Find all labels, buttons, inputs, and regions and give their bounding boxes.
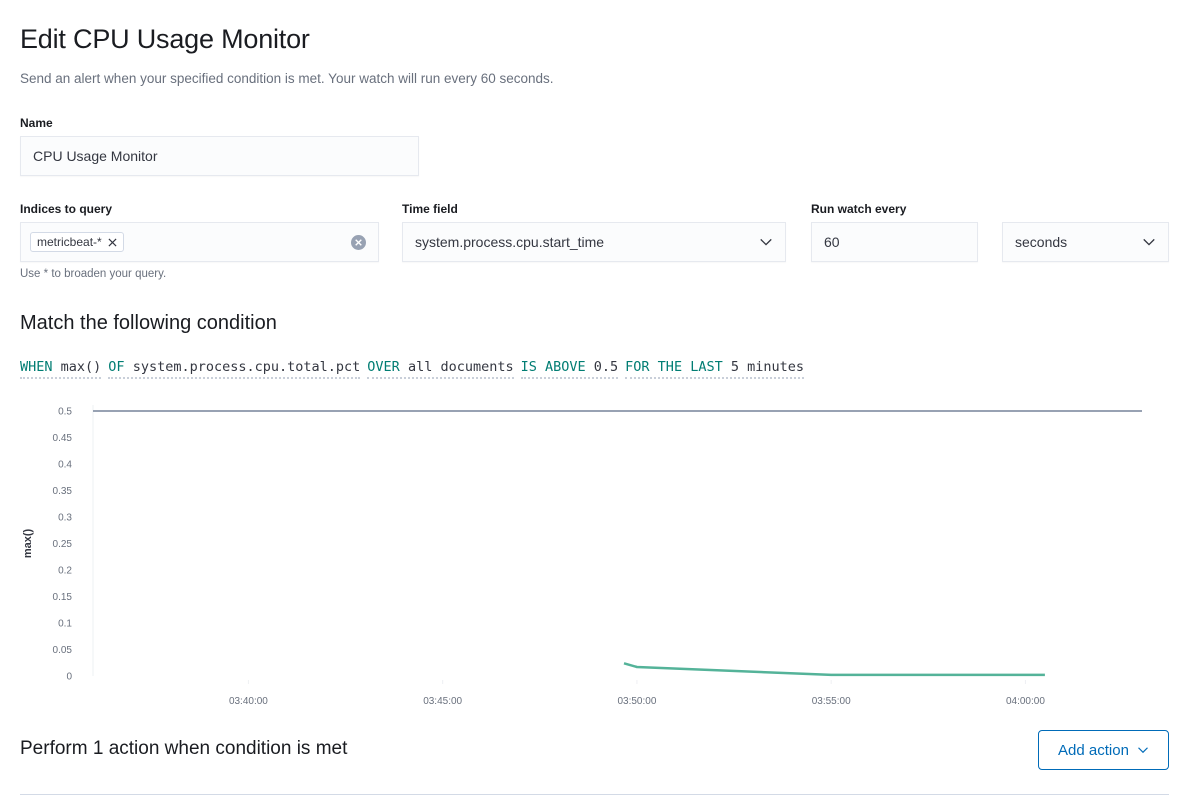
indices-label: Indices to query: [20, 202, 113, 216]
chevron-down-icon: [760, 238, 772, 246]
expr-keyword: OF: [108, 359, 125, 375]
y-tick-label: 0.05: [53, 645, 73, 656]
x-tick-label: 03:45:00: [423, 696, 462, 707]
remove-pill-icon[interactable]: [108, 237, 117, 247]
expr-time-window[interactable]: FOR THE LAST 5 minutes: [625, 359, 805, 379]
name-label: Name: [20, 116, 53, 130]
time-field-label: Time field: [402, 202, 458, 216]
expr-threshold[interactable]: IS ABOVE 0.5: [520, 359, 619, 379]
index-pill: metricbeat-*: [30, 232, 124, 252]
x-tick-label: 04:00:00: [1006, 696, 1045, 707]
y-tick-label: 0.4: [58, 460, 72, 471]
indices-combobox[interactable]: metricbeat-*: [20, 222, 379, 262]
expr-over[interactable]: OVER all documents: [367, 359, 514, 379]
chevron-down-icon: [1138, 747, 1148, 754]
y-tick-label: 0.35: [53, 486, 73, 497]
run-every-label: Run watch every: [811, 202, 907, 216]
expr-when[interactable]: WHEN max(): [20, 359, 102, 379]
y-axis-label: max(): [22, 528, 34, 558]
indices-help-text: Use * to broaden your query.: [20, 268, 167, 280]
chevron-down-icon: [1143, 238, 1155, 246]
x-tick-label: 03:50:00: [617, 696, 656, 707]
condition-heading: Match the following condition: [20, 312, 277, 334]
y-tick-label: 0.15: [53, 592, 73, 603]
expr-keyword: WHEN: [20, 359, 53, 375]
name-input-value: CPU Usage Monitor: [33, 148, 158, 164]
y-tick-label: 0.2: [58, 566, 72, 577]
actions-heading: Perform 1 action when condition is met: [20, 738, 348, 759]
expr-value: 5 minutes: [730, 359, 805, 375]
x-tick-label: 03:55:00: [812, 696, 851, 707]
time-field-select[interactable]: system.process.cpu.start_time: [402, 222, 786, 262]
expr-value: system.process.cpu.total.pct: [132, 359, 361, 375]
time-field-value: system.process.cpu.start_time: [415, 234, 605, 250]
y-tick-label: 0: [66, 672, 72, 683]
page-subtitle: Send an alert when your specified condit…: [20, 71, 554, 86]
y-tick-label: 0.45: [53, 433, 73, 444]
section-divider: [20, 794, 1169, 795]
expr-value: all documents: [407, 359, 514, 375]
index-pill-label: metricbeat-*: [37, 235, 102, 249]
expr-keyword: OVER: [367, 359, 400, 375]
name-input[interactable]: CPU Usage Monitor: [20, 136, 419, 176]
clear-icon[interactable]: [351, 235, 366, 250]
run-every-unit-select[interactable]: seconds: [1002, 222, 1169, 262]
run-every-value: 60: [824, 234, 840, 250]
add-action-label: Add action: [1058, 741, 1129, 759]
y-tick-label: 0.5: [58, 407, 72, 418]
add-action-button[interactable]: Add action: [1038, 730, 1169, 770]
y-tick-label: 0.1: [58, 619, 72, 630]
condition-expression: WHEN max() OF system.process.cpu.total.p…: [20, 359, 805, 379]
condition-chart: 0 0.05 0.1 0.15 0.2 0.25 0.3 0.35 0.4 0.45 0.5 max(…: [22, 405, 1142, 707]
expr-keyword: FOR THE LAST: [625, 359, 723, 375]
run-every-input[interactable]: 60: [811, 222, 978, 262]
series-line: [623, 662, 1045, 677]
y-tick-label: 0.25: [53, 539, 73, 550]
x-tick-label: 03:40:00: [229, 696, 268, 707]
expr-keyword: IS ABOVE: [520, 359, 586, 375]
page-title: Edit CPU Usage Monitor: [20, 24, 310, 54]
expr-value: 0.5: [593, 359, 619, 375]
expr-value: max(): [60, 359, 102, 375]
y-tick-label: 0.3: [58, 513, 72, 524]
run-every-unit-value: seconds: [1015, 234, 1068, 250]
expr-of[interactable]: OF system.process.cpu.total.pct: [108, 359, 361, 379]
